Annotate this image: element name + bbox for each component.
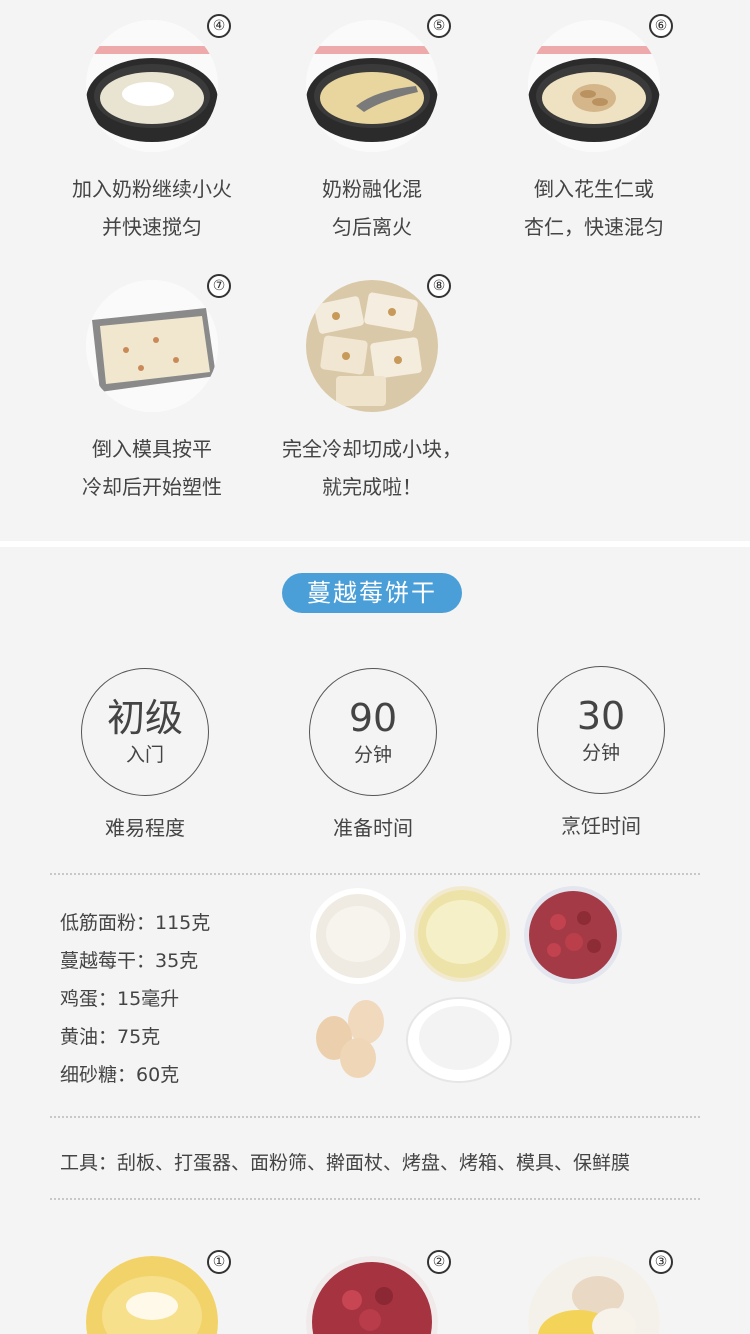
cranberry-step-1-photo — [86, 1256, 218, 1334]
step-4-photo — [86, 20, 218, 152]
ingredient-list: 低筋面粉：115克 蔓越莓干：35克 鸡蛋：15毫升 黄油：75克 细砂糖：60… — [60, 904, 210, 1094]
ingredient-item: 黄油：75克 — [60, 1026, 161, 1048]
ingredient-item: 鸡蛋：15毫升 — [60, 988, 180, 1010]
stat-prep-time-ring: 90 分钟 — [309, 668, 437, 796]
recipe-title-badge: 蔓越莓饼干 — [282, 573, 462, 613]
step-8-photo — [306, 280, 438, 412]
step-8: ⑧ 完全冷却切成小块， 就完成啦！ — [262, 274, 482, 506]
cranberry-step-2: ② — [262, 1250, 482, 1334]
stat-cook-time-ring: 30 分钟 — [537, 666, 665, 794]
step-7-caption-line2: 冷却后开始塑性 — [82, 475, 222, 499]
stat-cook-time-value: 30 — [576, 694, 626, 738]
step-5-photo — [306, 20, 438, 152]
cranberry-step-3-number: ③ — [649, 1250, 673, 1274]
step-4-number: ④ — [207, 14, 231, 38]
stat-difficulty-sub: 入门 — [125, 744, 164, 766]
ingredient-item: 蔓越莓干：35克 — [60, 950, 199, 972]
cranberry-step-1: ① — [42, 1250, 262, 1334]
cranberry-step-3: ③ — [484, 1250, 704, 1334]
stat-difficulty-ring: 初级 入门 — [81, 668, 209, 796]
sugar-image — [406, 994, 512, 1084]
step-5-caption-line1: 奶粉融化混 — [322, 177, 422, 201]
divider-dotted-2 — [50, 1116, 700, 1118]
stat-cook-time-label: 烹饪时间 — [561, 814, 641, 838]
cranberry-step-2-photo — [306, 1256, 438, 1334]
step-6-caption-line1: 倒入花生仁或 — [534, 177, 654, 201]
step-8-caption: 完全冷却切成小块， 就完成啦！ — [262, 430, 482, 506]
step-8-number: ⑧ — [427, 274, 451, 298]
step-7-photo — [86, 280, 218, 412]
step-6: ⑥ 倒入花生仁或 杏仁，快速混匀 — [484, 14, 704, 246]
cranberry-step-3-photo — [528, 1256, 660, 1334]
step-6-caption: 倒入花生仁或 杏仁，快速混匀 — [484, 170, 704, 246]
tools-list: 工具：刮板、打蛋器、面粉筛、擀面杖、烤盘、烤箱、模具、保鲜膜 — [60, 1152, 631, 1174]
butter-image — [414, 886, 510, 982]
step-8-caption-line2: 就完成啦！ — [322, 475, 422, 499]
stat-cook-time: 30 分钟 烹饪时间 — [521, 666, 681, 839]
step-7-caption-line1: 倒入模具按平 — [92, 437, 212, 461]
ingredient-item: 低筋面粉：115克 — [60, 912, 211, 934]
ingredient-item: 细砂糖：60克 — [60, 1064, 180, 1086]
stat-prep-time-value: 90 — [348, 696, 398, 740]
cranberry-step-1-number: ① — [207, 1250, 231, 1274]
eggs-image — [306, 998, 392, 1084]
divider-dotted-3 — [50, 1198, 700, 1200]
step-4-caption: 加入奶粉继续小火 并快速搅匀 — [42, 170, 262, 246]
step-8-caption-line1: 完全冷却切成小块， — [282, 437, 462, 461]
step-7-caption: 倒入模具按平 冷却后开始塑性 — [42, 430, 262, 506]
step-5-caption: 奶粉融化混 匀后离火 — [262, 170, 482, 246]
step-6-caption-line2: 杏仁，快速混匀 — [524, 215, 664, 239]
cranberry-step-2-number: ② — [427, 1250, 451, 1274]
stat-difficulty-value: 初级 — [106, 696, 183, 740]
step-4-caption-line2: 并快速搅匀 — [102, 215, 202, 239]
stat-difficulty: 初级 入门 难易程度 — [65, 668, 225, 841]
stat-cook-time-unit: 分钟 — [581, 742, 620, 764]
flour-image — [310, 888, 406, 984]
step-4-caption-line1: 加入奶粉继续小火 — [72, 177, 232, 201]
stat-prep-time-unit: 分钟 — [353, 744, 392, 766]
step-5-caption-line2: 匀后离火 — [332, 215, 412, 239]
cranberry-image — [524, 886, 622, 984]
step-5-number: ⑤ — [427, 14, 451, 38]
step-5: ⑤ 奶粉融化混 匀后离火 — [262, 14, 482, 246]
stat-prep-time-label: 准备时间 — [333, 816, 413, 840]
step-6-photo — [528, 20, 660, 152]
stat-difficulty-label: 难易程度 — [105, 816, 185, 840]
stat-prep-time: 90 分钟 准备时间 — [293, 668, 453, 841]
step-6-number: ⑥ — [649, 14, 673, 38]
step-7-number: ⑦ — [207, 274, 231, 298]
step-4: ④ 加入奶粉继续小火 并快速搅匀 — [42, 14, 262, 246]
divider-dotted-1 — [50, 873, 700, 875]
step-7: ⑦ 倒入模具按平 冷却后开始塑性 — [42, 274, 262, 506]
